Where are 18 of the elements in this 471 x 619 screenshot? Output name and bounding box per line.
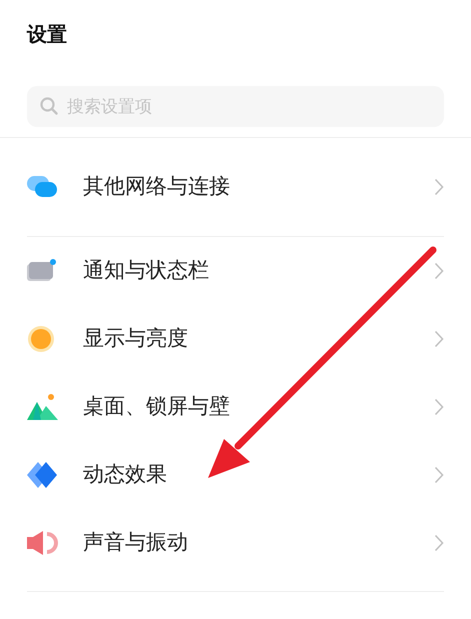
chevron-icon (434, 330, 444, 348)
settings-item[interactable]: 声音与振动 (0, 509, 471, 577)
settings-item[interactable]: 桌面、锁屏与壁 (0, 373, 471, 441)
chevron-icon (434, 262, 444, 280)
mountain-icon (27, 394, 58, 420)
window-icon (27, 259, 57, 283)
chevron-icon (434, 466, 444, 484)
speaker-icon (27, 531, 58, 555)
page-title: 设置 (26, 21, 68, 48)
sun-icon (27, 325, 55, 353)
settings-item[interactable]: 显示与亮度 (0, 305, 471, 373)
settings-item[interactable]: 其他网络与连接 (0, 138, 471, 236)
diamond-icon (27, 462, 59, 488)
cloud-icon (27, 176, 59, 198)
settings-item[interactable]: 通知与状态栏 (0, 237, 471, 305)
chevron-icon (434, 178, 444, 196)
chevron-icon (434, 398, 444, 416)
chevron-icon (434, 534, 444, 552)
